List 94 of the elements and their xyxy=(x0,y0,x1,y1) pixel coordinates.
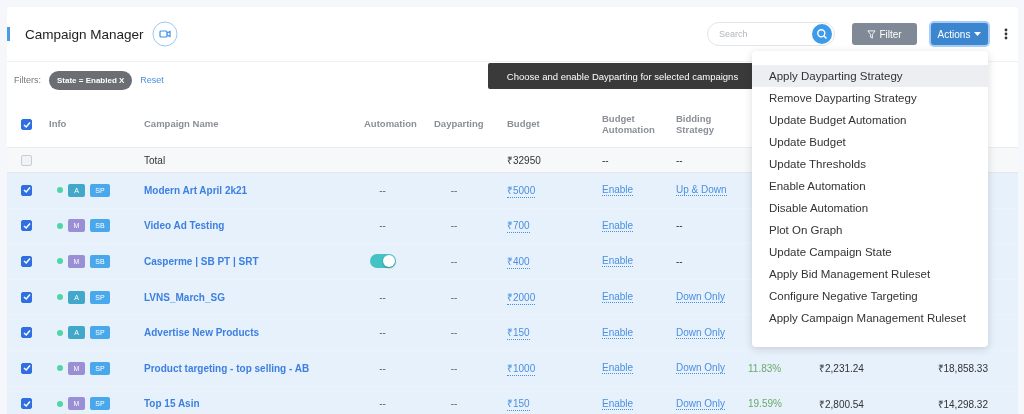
row-checkbox[interactable] xyxy=(21,291,32,303)
automation-toggle[interactable] xyxy=(369,254,396,269)
menu-item[interactable]: Configure Negative Targeting xyxy=(752,285,988,307)
bidding-strategy-link[interactable]: Down Only xyxy=(676,326,725,339)
filter-icon xyxy=(867,29,877,39)
budget-automation-link[interactable]: Enable xyxy=(602,326,634,339)
menu-item[interactable]: Apply Dayparting Strategy xyxy=(752,65,988,87)
table-cell-text: ₹18,858.33 xyxy=(937,362,988,376)
table-cell: -- xyxy=(450,398,458,410)
search-input[interactable]: Search xyxy=(717,28,812,40)
status-dot-icon xyxy=(57,187,63,194)
column-header: Dayparting xyxy=(434,119,484,130)
table-cell: -- xyxy=(379,220,386,232)
column-header: Bidding Strategy xyxy=(676,113,715,136)
filter-button[interactable]: Filter xyxy=(852,23,917,45)
row-checkbox[interactable] xyxy=(21,184,32,196)
campaign-name-link[interactable]: Video Ad Testing xyxy=(144,220,225,232)
table-cell: -- xyxy=(450,184,458,196)
column-header: Campaign Name xyxy=(144,119,219,130)
row-checkbox[interactable] xyxy=(21,362,32,374)
table-cell: -- xyxy=(450,362,458,374)
budget-link[interactable]: ₹700 xyxy=(507,218,530,234)
reset-link[interactable]: Reset xyxy=(140,75,164,85)
table-cell: -- xyxy=(602,154,609,166)
table-cell-text: ₹2,800.54 xyxy=(819,397,864,411)
column-header: Budget xyxy=(507,119,540,130)
table-cell: -- xyxy=(676,256,683,267)
select-all-checkbox[interactable] xyxy=(21,119,32,130)
menu-item[interactable]: Enable Automation xyxy=(752,175,988,197)
filter-chip[interactable]: State = Enabled X xyxy=(49,70,133,90)
budget-link[interactable]: ₹2000 xyxy=(507,289,536,305)
table-cell: -- xyxy=(676,220,683,232)
table-cell: 11.83% xyxy=(748,362,782,374)
campaign-name-link[interactable]: Modern Art April 2k21 xyxy=(144,184,248,196)
table-cell: -- xyxy=(450,291,458,303)
table-cell: -- xyxy=(379,291,386,303)
budget-link[interactable]: ₹150 xyxy=(507,396,530,412)
menu-item[interactable]: Update Thresholds xyxy=(752,153,988,175)
budget-automation-link[interactable]: Enable xyxy=(602,255,634,268)
bidding-strategy-link[interactable]: Up & Down xyxy=(676,184,727,197)
campaign-name-link[interactable]: Advertise New Products xyxy=(144,327,260,339)
column-header: Budget Automation xyxy=(602,113,656,136)
row-checkbox[interactable] xyxy=(21,256,32,267)
campaign-name-link[interactable]: Top 15 Asin xyxy=(144,398,200,410)
budget-automation-link[interactable]: Enable xyxy=(602,184,634,197)
row-checkbox[interactable] xyxy=(21,154,32,166)
campaign-name-link[interactable]: Product targeting - top selling - AB xyxy=(144,362,310,374)
campaign-name-link[interactable]: LVNS_March_SG xyxy=(144,291,225,303)
actions-button[interactable]: Actions xyxy=(931,23,988,45)
budget-link[interactable]: ₹150 xyxy=(507,325,530,341)
table-cell: -- xyxy=(450,256,458,267)
table-cell: -- xyxy=(450,327,458,339)
budget-automation-link[interactable]: Enable xyxy=(602,397,634,410)
budget-automation-link[interactable]: Enable xyxy=(602,219,634,232)
more-options-icon[interactable] xyxy=(1004,28,1008,40)
status-dot-icon xyxy=(57,222,63,229)
table-cell: -- xyxy=(379,398,386,410)
budget-link[interactable]: ₹400 xyxy=(507,254,530,269)
table-cell-text: ₹2,231.24 xyxy=(819,362,864,376)
table-cell: -- xyxy=(379,184,386,196)
menu-item[interactable]: Plot On Graph xyxy=(752,219,988,241)
status-dot-icon xyxy=(57,258,63,265)
search-icon[interactable] xyxy=(812,24,832,44)
menu-item[interactable]: Update Budget Automation xyxy=(752,109,988,131)
row-checkbox[interactable] xyxy=(21,220,32,232)
bidding-strategy-link[interactable]: Down Only xyxy=(676,291,725,304)
row-checkbox[interactable] xyxy=(21,327,32,339)
total-label: Total xyxy=(144,154,166,166)
menu-item[interactable]: Remove Dayparting Strategy xyxy=(752,87,988,109)
column-header: Info xyxy=(49,119,67,130)
menu-item[interactable]: Update Budget xyxy=(752,131,988,153)
page-title: Campaign Manager xyxy=(25,26,144,42)
status-dot-icon xyxy=(57,365,63,372)
table-cell: -- xyxy=(379,362,386,374)
table-cell-text: ₹14,298.32 xyxy=(937,397,988,411)
bidding-strategy-link[interactable]: Down Only xyxy=(676,362,725,375)
table-cell: 19.59% xyxy=(748,398,782,410)
status-dot-icon xyxy=(57,329,63,336)
bidding-strategy-link[interactable]: Down Only xyxy=(676,397,725,410)
table-cell: -- xyxy=(379,327,386,339)
campaign-name-link[interactable]: Casperme | SB PT | SRT xyxy=(144,256,259,267)
table-cell: -- xyxy=(676,154,683,166)
budget-link[interactable]: ₹1000 xyxy=(507,360,536,376)
table-cell: -- xyxy=(450,220,458,232)
status-dot-icon xyxy=(57,400,63,407)
budget-link[interactable]: ₹5000 xyxy=(507,182,536,198)
table-cell-text: ₹32950 xyxy=(507,154,541,167)
budget-automation-link[interactable]: Enable xyxy=(602,291,634,304)
caret-icon xyxy=(974,32,982,36)
status-dot-icon xyxy=(57,294,63,301)
row-checkbox[interactable] xyxy=(21,398,32,410)
budget-automation-link[interactable]: Enable xyxy=(602,362,634,375)
column-header: Automation xyxy=(364,119,417,130)
filters-label: Filters: xyxy=(14,75,41,85)
